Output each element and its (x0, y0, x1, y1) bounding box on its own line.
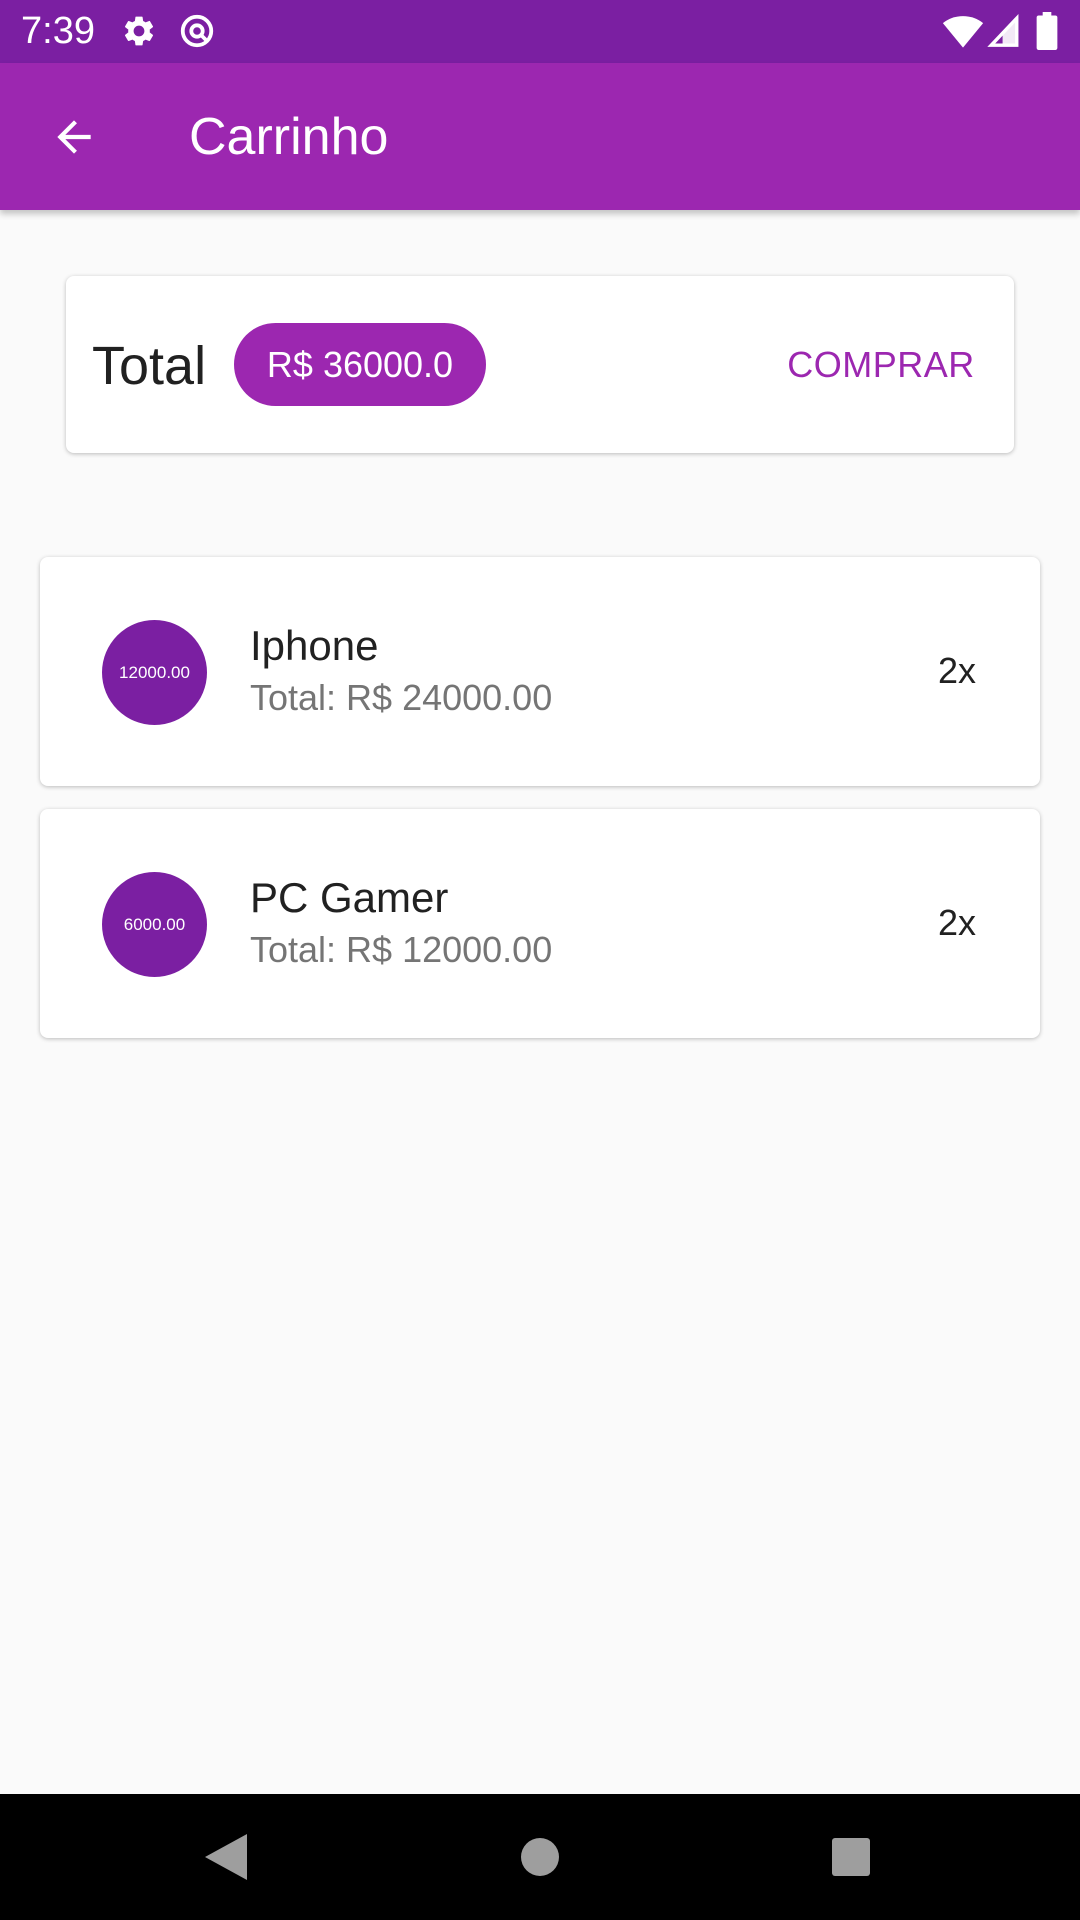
app-bar: Carrinho (0, 63, 1080, 210)
page-title: Carrinho (189, 108, 389, 166)
cart-item[interactable]: 12000.00 Iphone Total: R$ 24000.00 2x (40, 557, 1040, 786)
item-name: Iphone (250, 622, 379, 669)
status-bar: 7:39 (0, 0, 1080, 63)
signal-icon (987, 13, 1019, 47)
arrow-back-icon (57, 120, 91, 154)
price-avatar: 12000.00 (102, 620, 207, 725)
total-label: Total (92, 336, 207, 396)
item-quantity: 2x (937, 650, 976, 691)
back-button[interactable] (36, 99, 112, 175)
buy-button[interactable]: COMPRAR (786, 326, 976, 404)
battery-icon (1036, 12, 1058, 50)
gear-icon (124, 16, 154, 46)
price-avatar: 6000.00 (102, 872, 207, 977)
status-time: 7:39 (21, 10, 95, 52)
wifi-icon (942, 16, 984, 48)
recents-square-icon (832, 1838, 870, 1876)
nav-back-button[interactable] (186, 1817, 266, 1897)
nav-home-button[interactable] (500, 1817, 580, 1897)
total-card: Total R$ 36000.0 COMPRAR (66, 276, 1014, 453)
item-total: Total: R$ 24000.00 (250, 677, 553, 718)
cart-item[interactable]: 6000.00 PC Gamer Total: R$ 12000.00 2x (40, 809, 1040, 1038)
nav-recents-button[interactable] (811, 1817, 891, 1897)
item-name: PC Gamer (250, 874, 449, 921)
back-triangle-icon (205, 1834, 247, 1880)
at-sign-icon (180, 14, 214, 48)
navigation-bar (0, 1794, 1080, 1920)
total-value-chip: R$ 36000.0 (234, 323, 486, 406)
item-quantity: 2x (937, 902, 976, 943)
home-circle-icon (521, 1838, 559, 1876)
item-total: Total: R$ 12000.00 (250, 929, 553, 970)
